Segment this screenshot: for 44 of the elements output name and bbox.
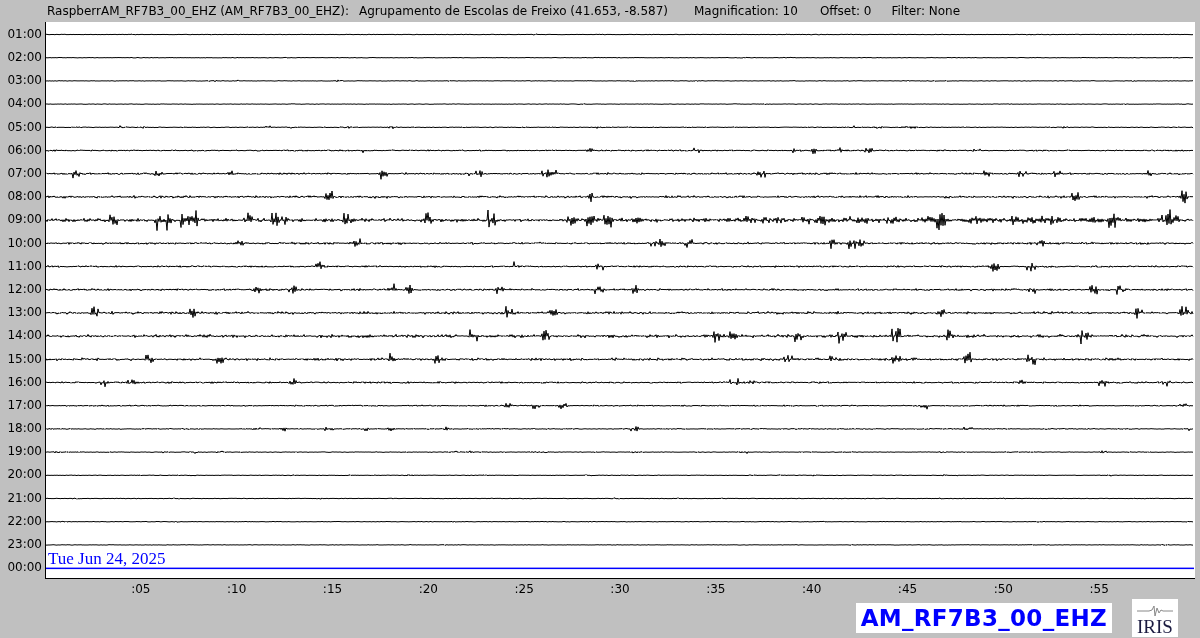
- minute-tick-label: :10: [227, 582, 247, 596]
- hour-label: 20:00: [7, 467, 42, 482]
- hour-label: 13:00: [7, 305, 42, 320]
- hour-label: 06:00: [7, 142, 42, 157]
- hour-label: 09:00: [7, 212, 42, 227]
- hour-label: 14:00: [7, 328, 42, 343]
- hour-label: 11:00: [7, 258, 42, 273]
- hour-label: 03:00: [7, 73, 42, 88]
- magnification-label: Magnification: 10: [694, 4, 798, 18]
- minute-tick-label: :50: [993, 582, 1013, 596]
- hour-label: 17:00: [7, 397, 42, 412]
- hour-label: 15:00: [7, 351, 42, 366]
- hour-label: 23:00: [7, 537, 42, 551]
- hour-label: 19:00: [7, 444, 42, 459]
- minute-tick-label: :40: [802, 582, 822, 596]
- wave-icon: [1135, 605, 1175, 617]
- hour-label: 01:00: [7, 26, 42, 41]
- minute-tick-label: :30: [610, 582, 630, 596]
- hour-label: 00:00: [7, 560, 42, 575]
- date-label: Tue Jun 24, 2025: [48, 550, 166, 569]
- hour-label: 04:00: [7, 96, 42, 111]
- iris-logo: IRIS: [1132, 599, 1178, 637]
- location-title: Agrupamento de Escolas de Freixo (41.653, -8.587): [359, 4, 668, 18]
- hour-label: 12:00: [7, 281, 42, 296]
- hour-label: 07:00: [7, 166, 42, 180]
- hour-label: 02:00: [7, 50, 42, 65]
- hour-label: 10:00: [7, 235, 42, 250]
- minute-tick-label: :35: [706, 582, 726, 596]
- hour-label: 22:00: [7, 513, 42, 528]
- minute-tick-label: :45: [897, 582, 918, 596]
- minute-tick-label: :25: [514, 582, 534, 596]
- minute-tick-label: :15: [322, 582, 343, 596]
- hour-label: 18:00: [7, 421, 42, 436]
- filter-label: Filter: None: [891, 4, 961, 18]
- hour-label: 21:00: [7, 490, 42, 505]
- minute-tick-label: :05: [131, 582, 151, 596]
- minute-tick-label: :20: [418, 582, 438, 596]
- hour-label: 05:00: [7, 119, 42, 134]
- hour-label: 16:00: [7, 374, 42, 389]
- minute-tick-label: :55: [1089, 582, 1109, 596]
- offset-label: Offset: 0: [819, 4, 872, 18]
- hour-label: 08:00: [7, 189, 42, 204]
- station-title: RaspberrAM_RF7B3_00_EHZ (AM_RF7B3_00_EHZ):: [47, 4, 349, 18]
- channel-label: AM_RF7B3_00_EHZ: [855, 603, 1112, 633]
